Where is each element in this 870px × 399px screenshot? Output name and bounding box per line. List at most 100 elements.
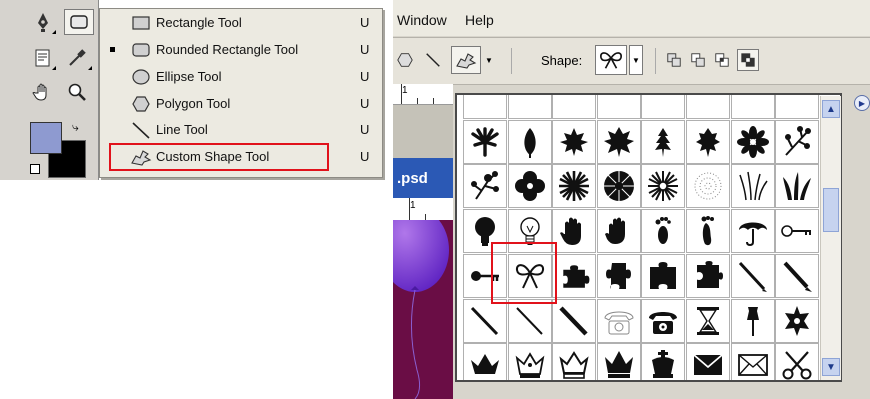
shape-cell[interactable] bbox=[507, 164, 552, 209]
shape-cell[interactable] bbox=[686, 95, 730, 119]
menu-item-label: Rounded Rectangle Tool bbox=[156, 42, 299, 57]
shape-cell[interactable] bbox=[686, 119, 730, 164]
line-icon bbox=[132, 122, 150, 139]
shape-cell[interactable] bbox=[507, 119, 552, 164]
shape-cell[interactable] bbox=[730, 209, 775, 254]
shape-cell[interactable] bbox=[775, 119, 820, 164]
shape-cell[interactable] bbox=[686, 298, 730, 343]
menu-item-polygon-tool[interactable]: Polygon Tool U bbox=[100, 91, 382, 117]
shape-cell[interactable] bbox=[641, 119, 686, 164]
shape-cell[interactable] bbox=[775, 253, 820, 298]
menu-window[interactable]: Window bbox=[397, 12, 447, 28]
menu-item-line-tool[interactable]: Line Tool U bbox=[100, 117, 382, 143]
shape-cell[interactable] bbox=[463, 95, 507, 119]
shape-cell[interactable] bbox=[552, 119, 597, 164]
shape-cell[interactable] bbox=[730, 95, 775, 119]
document-tab[interactable]: .psd bbox=[393, 158, 453, 198]
shape-cell[interactable] bbox=[686, 343, 730, 380]
crown-2-icon bbox=[515, 352, 544, 379]
eyedropper-tool-button[interactable] bbox=[64, 46, 90, 70]
separator bbox=[655, 48, 656, 74]
shape-cell[interactable] bbox=[552, 164, 597, 209]
shape-cell[interactable] bbox=[596, 164, 641, 209]
shape-cell[interactable] bbox=[463, 298, 507, 343]
swap-colors-icon[interactable]: ⤷ bbox=[72, 120, 79, 135]
shape-cell[interactable] bbox=[552, 253, 597, 298]
shape-cell[interactable] bbox=[641, 343, 686, 380]
hand-icon bbox=[560, 217, 582, 246]
shape-cell[interactable] bbox=[730, 164, 775, 209]
shape-cell[interactable] bbox=[641, 95, 686, 119]
shape-cell[interactable] bbox=[730, 298, 775, 343]
shape-picker-preview[interactable] bbox=[595, 45, 627, 75]
leaf-palm-icon bbox=[471, 126, 499, 157]
shape-cell[interactable] bbox=[775, 164, 820, 209]
shape-cell[interactable] bbox=[552, 95, 597, 119]
shape-cell[interactable] bbox=[641, 209, 686, 254]
shape-cell[interactable] bbox=[686, 164, 730, 209]
shape-cell[interactable] bbox=[686, 209, 730, 254]
line-mode-button[interactable] bbox=[423, 50, 443, 70]
polygon-mode-button[interactable] bbox=[395, 50, 415, 70]
shape-cell[interactable] bbox=[775, 298, 820, 343]
ruler-tick bbox=[401, 84, 402, 104]
shape-cell[interactable] bbox=[507, 343, 552, 380]
shape-cell[interactable] bbox=[775, 209, 820, 254]
picker-menu-button[interactable]: ▶ bbox=[854, 95, 870, 111]
magnifier-icon bbox=[68, 83, 86, 101]
shape-cell[interactable] bbox=[463, 119, 507, 164]
zoom-tool-button[interactable] bbox=[64, 80, 90, 104]
menu-item-rounded-rectangle-tool[interactable]: Rounded Rectangle Tool U bbox=[100, 37, 382, 63]
starburst-icon bbox=[559, 171, 590, 202]
shape-cell[interactable] bbox=[596, 253, 641, 298]
combine-shapes-icon bbox=[667, 53, 681, 67]
menu-item-rectangle-tool[interactable]: Rectangle Tool U bbox=[100, 10, 382, 36]
shape-cell[interactable] bbox=[507, 298, 552, 343]
foreground-color-swatch[interactable] bbox=[30, 122, 62, 154]
shape-cell[interactable] bbox=[730, 253, 775, 298]
shape-cell[interactable] bbox=[552, 209, 597, 254]
shape-tool-button[interactable] bbox=[64, 9, 94, 35]
pencil-3-icon bbox=[559, 305, 588, 336]
shape-cell[interactable] bbox=[641, 253, 686, 298]
scroll-up-button[interactable]: ▲ bbox=[822, 100, 840, 118]
menu-help[interactable]: Help bbox=[465, 12, 494, 28]
shape-cell[interactable] bbox=[596, 95, 641, 119]
flower-sprig-icon bbox=[471, 171, 499, 200]
intersect-mode-button[interactable] bbox=[713, 51, 731, 69]
shape-cell[interactable] bbox=[596, 298, 641, 343]
shape-picker-dropdown-button[interactable]: ▼ bbox=[629, 45, 643, 75]
pen-2-icon bbox=[470, 306, 499, 335]
shape-cell[interactable] bbox=[730, 119, 775, 164]
leaf-4-icon bbox=[696, 127, 720, 157]
shape-cell[interactable] bbox=[686, 253, 730, 298]
scroll-thumb[interactable] bbox=[823, 188, 839, 232]
hand-tool-button[interactable] bbox=[30, 80, 56, 104]
scroll-down-button[interactable]: ▼ bbox=[822, 358, 840, 376]
shape-picker-scrollbar[interactable]: ▲ ▼ bbox=[820, 96, 841, 380]
shape-cell[interactable] bbox=[775, 343, 820, 380]
shape-cell[interactable] bbox=[596, 209, 641, 254]
shape-cell[interactable] bbox=[641, 298, 686, 343]
mode-dropdown-arrow-icon[interactable]: ▼ bbox=[483, 54, 495, 66]
combine-mode-button[interactable] bbox=[665, 51, 683, 69]
custom-shape-mode-button[interactable] bbox=[451, 46, 481, 74]
shape-cell[interactable] bbox=[775, 95, 820, 119]
shape-cell[interactable] bbox=[552, 343, 597, 380]
document-canvas[interactable] bbox=[393, 220, 453, 399]
partial-shape-icon bbox=[513, 93, 547, 114]
shape-cell[interactable] bbox=[463, 343, 507, 380]
shape-cell[interactable] bbox=[552, 298, 597, 343]
puzzle-3-icon bbox=[650, 261, 677, 289]
default-colors-icon[interactable] bbox=[30, 164, 40, 174]
shape-cell[interactable] bbox=[507, 93, 552, 119]
shape-cell[interactable] bbox=[641, 164, 686, 209]
shape-cell[interactable] bbox=[463, 164, 507, 209]
menu-item-ellipse-tool[interactable]: Ellipse Tool U bbox=[100, 64, 382, 90]
shape-cell[interactable] bbox=[596, 343, 641, 380]
shape-cell[interactable] bbox=[596, 119, 641, 164]
shape-cell[interactable] bbox=[730, 343, 775, 380]
exclude-mode-button[interactable] bbox=[737, 49, 759, 71]
maple-leaf-2-icon bbox=[603, 126, 634, 157]
subtract-mode-button[interactable] bbox=[689, 51, 707, 69]
